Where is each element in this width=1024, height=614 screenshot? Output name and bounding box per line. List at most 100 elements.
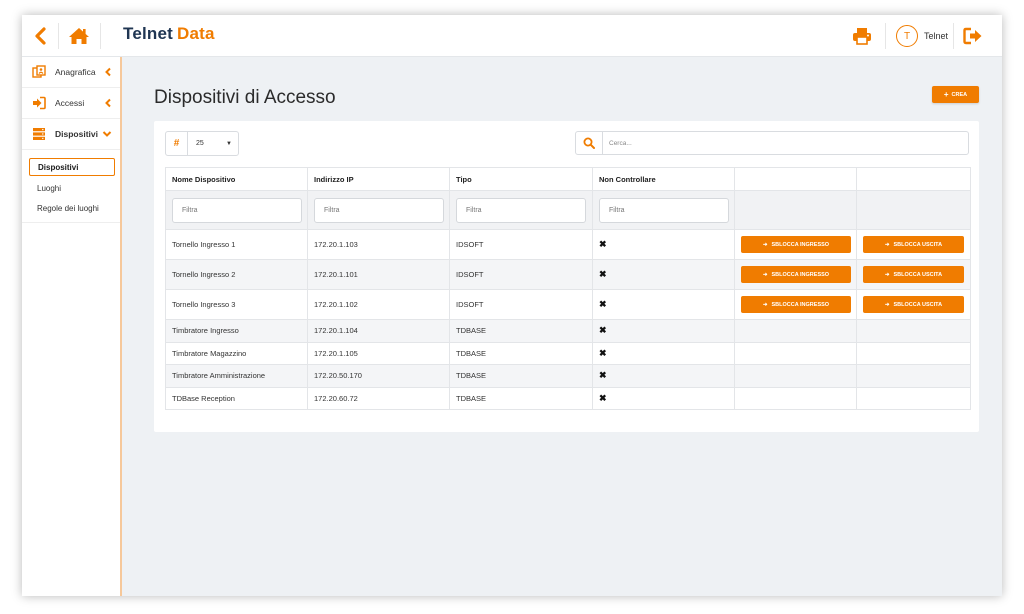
sign-in-icon: ➜ [762,271,768,278]
times-icon: ✖ [599,269,607,279]
cell-tipo: IDSOFT [449,229,593,260]
cell-nome: Timbratore Amministrazione [165,364,308,388]
unlock-exit-button[interactable]: ➜ SBLOCCA USCITA [863,236,964,253]
devices-card: # 25 ▼ Cerca... Nome Dispositivo Indiriz… [154,121,979,432]
sign-out-icon: ➜ [884,241,890,248]
telnet-data-logo[interactable]: Telnet Data [123,24,215,48]
logo-text-telnet: Telnet [123,24,174,43]
unlock-entry-button[interactable]: ➜ SBLOCCA INGRESSO [741,236,851,253]
page-size-select[interactable]: # 25 ▼ [165,131,239,156]
chevron-left-icon [105,67,111,77]
empty-cell [856,190,971,230]
submenu-item-luoghi[interactable]: Luoghi [22,178,120,198]
sidebar-item-dispositivi[interactable]: Dispositivi [22,119,120,150]
dispositivi-submenu: Dispositivi Luoghi Regole dei luoghi [22,150,120,223]
empty-cell [856,364,971,388]
sign-out-icon: ➜ [884,271,890,278]
divider [100,23,101,49]
page-title: Dispositivi di Accesso [154,87,336,108]
table-row[interactable]: Tornello Ingresso 1 172.20.1.103 IDSOFT … [165,229,971,260]
sign-in-icon: ➜ [762,301,768,308]
cell-nome: Timbratore Ingresso [165,319,308,343]
submenu-item-dispositivi[interactable]: Dispositivi [29,158,115,176]
chevron-down-icon [102,131,112,137]
cell-nome: Tornello Ingresso 3 [165,289,308,320]
empty-cell [734,386,857,410]
sidebar-item-anagrafica[interactable]: Anagrafica [22,57,120,88]
unlock-entry-label: SBLOCCA INGRESSO [771,241,830,248]
column-header-ip[interactable]: Indirizzo IP [307,167,450,191]
devices-table: Nome Dispositivo Indirizzo IP Tipo Non C… [165,167,971,410]
cell-ip: 172.20.1.101 [307,259,450,290]
sidebar-item-label: Accessi [55,98,85,108]
times-icon: ✖ [599,392,607,403]
times-icon: ✖ [599,325,607,336]
home-icon [69,28,89,44]
column-header-tipo[interactable]: Tipo [449,167,593,191]
sidebar: Anagrafica Accessi Dispositivi Dispositi… [22,57,122,596]
table-row[interactable]: Timbratore Magazzino 172.20.1.105 TDBASE… [165,341,971,365]
logout-button[interactable] [961,15,985,57]
times-icon: ✖ [599,347,607,358]
empty-cell [856,341,971,365]
table-row[interactable]: Tornello Ingresso 2 172.20.1.101 IDSOFT … [165,259,971,290]
times-icon: ✖ [599,239,607,249]
chevron-left-icon [35,27,46,45]
user-name: Telnet [924,31,949,41]
column-header-non-controllare[interactable]: Non Controllare [592,167,735,191]
search-box: Cerca... [575,131,969,155]
times-icon: ✖ [599,299,607,309]
unlock-exit-button[interactable]: ➜ SBLOCCA USCITA [863,266,964,283]
sign-out-icon: ➜ [884,301,890,308]
unlock-entry-button[interactable]: ➜ SBLOCCA INGRESSO [741,296,851,313]
filter-input-ip[interactable]: Filtra [314,197,444,223]
filter-input-non-controllare[interactable]: Filtra [599,197,729,223]
cell-tipo: IDSOFT [449,289,593,320]
cell-ip: 172.20.1.102 [307,289,450,320]
cell-tipo: TDBASE [449,341,593,365]
hash-icon: # [166,132,188,155]
address-card-icon [32,65,46,79]
divider [58,23,59,49]
page-size-value: 25 [196,140,204,147]
printer-icon [853,28,871,45]
sign-in-icon: ➜ [762,241,768,248]
cell-nome: Tornello Ingresso 1 [165,229,308,260]
sign-out-icon [963,27,982,45]
search-input[interactable]: Cerca... [603,140,632,147]
sign-in-icon [32,96,46,110]
avatar: T [896,25,918,47]
search-icon[interactable] [576,132,603,154]
unlock-entry-label: SBLOCCA INGRESSO [771,301,830,308]
filter-row: Filtra Filtra Filtra Filtra [165,190,971,230]
table-row[interactable]: Timbratore Ingresso 172.20.1.104 TDBASE … [165,319,971,343]
table-row[interactable]: TDBase Reception 172.20.60.72 TDBASE ✖ [165,386,971,410]
sidebar-item-label: Dispositivi [55,129,98,139]
caret-down-icon: ▼ [226,140,232,147]
divider [953,23,954,49]
create-button-label: CREA [951,91,968,98]
unlock-entry-button[interactable]: ➜ SBLOCCA INGRESSO [741,266,851,283]
divider [885,23,886,49]
unlock-exit-button[interactable]: ➜ SBLOCCA USCITA [863,296,964,313]
create-button[interactable]: + CREA [932,86,979,103]
home-button[interactable] [66,15,92,57]
column-header-empty [856,167,971,191]
back-button[interactable] [28,15,52,57]
table-row[interactable]: Tornello Ingresso 3 172.20.1.102 IDSOFT … [165,289,971,320]
empty-cell [856,319,971,343]
empty-cell [734,190,857,230]
user-menu[interactable]: T Telnet [896,24,948,48]
filter-input-tipo[interactable]: Filtra [456,197,586,223]
cell-ip: 172.20.1.103 [307,229,450,260]
print-button[interactable] [850,15,874,57]
table-row[interactable]: Timbratore Amministrazione 172.20.50.170… [165,364,971,388]
unlock-exit-label: SBLOCCA USCITA [893,271,943,278]
empty-cell [734,341,857,365]
empty-cell [856,386,971,410]
submenu-item-regole-dei-luoghi[interactable]: Regole dei luoghi [22,198,120,218]
column-header-nome[interactable]: Nome Dispositivo [165,167,308,191]
sidebar-item-accessi[interactable]: Accessi [22,88,120,119]
unlock-exit-label: SBLOCCA USCITA [893,241,943,248]
filter-input-nome[interactable]: Filtra [172,197,302,223]
